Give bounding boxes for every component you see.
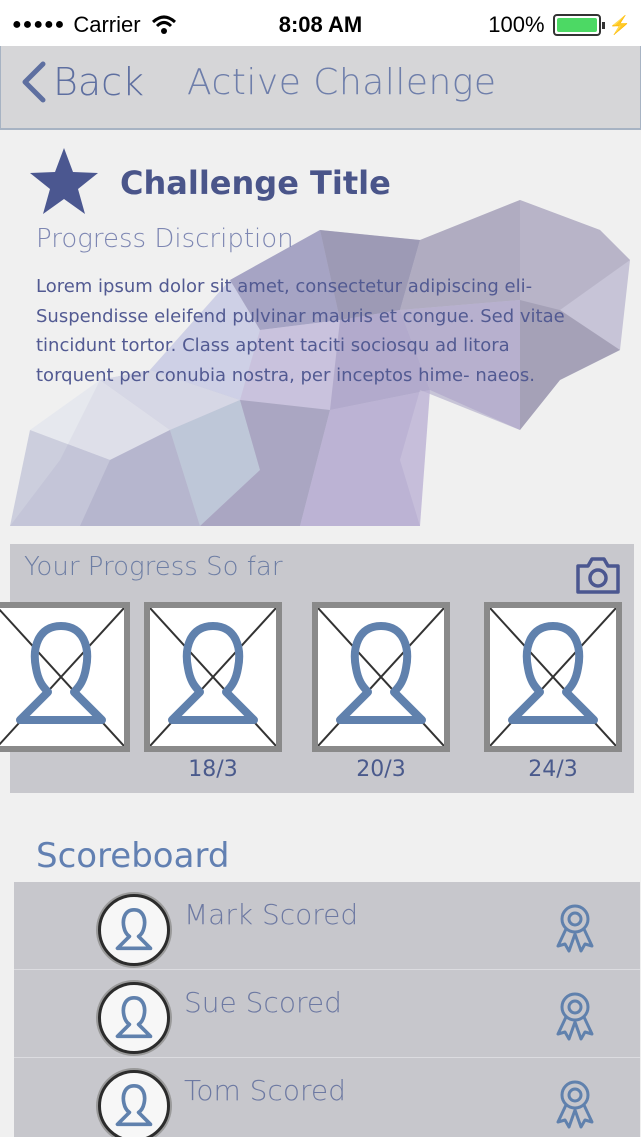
battery-percent: 100% bbox=[488, 12, 545, 37]
award-ribbon-icon[interactable] bbox=[552, 1078, 598, 1130]
status-bar: ●●●●● Carrier 8:08 AM 100% ⚡ bbox=[0, 0, 641, 46]
battery-icon bbox=[552, 14, 605, 36]
person-placeholder-icon bbox=[150, 608, 276, 746]
page-title: Active Challenge bbox=[187, 62, 497, 103]
score-name: Sue Scored bbox=[184, 986, 342, 1019]
scoreboard-title: Scoreboard bbox=[36, 836, 230, 876]
avatar bbox=[98, 982, 170, 1054]
avatar bbox=[98, 894, 170, 966]
progress-photo-2[interactable] bbox=[144, 602, 282, 752]
person-placeholder-icon bbox=[0, 608, 124, 746]
challenge-title: Challenge Title bbox=[120, 164, 391, 202]
photo-date-label: 20/3 bbox=[356, 757, 406, 782]
score-name: Tom Scored bbox=[184, 1074, 346, 1107]
user-icon bbox=[115, 908, 153, 951]
progress-photo-3[interactable] bbox=[312, 602, 450, 752]
back-button[interactable]: Back bbox=[19, 60, 144, 104]
chevron-left-icon bbox=[22, 61, 46, 103]
progress-photo-1[interactable] bbox=[0, 602, 130, 752]
challenge-header: Challenge Title Progress Discription Lor… bbox=[0, 130, 641, 530]
photo-date-label: 18/3 bbox=[188, 757, 238, 782]
progress-panel: Your Progress So far 18/3 20/3 24/3 bbox=[0, 544, 634, 793]
user-icon bbox=[115, 1084, 153, 1127]
scoreboard-row[interactable]: Sue Scored bbox=[14, 970, 640, 1058]
camera-icon[interactable] bbox=[574, 554, 622, 596]
charging-icon: ⚡ bbox=[608, 14, 631, 35]
challenge-description: Lorem ipsum dolor sit amet, consectetur … bbox=[36, 276, 565, 386]
progress-title: Your Progress So far bbox=[24, 552, 283, 582]
user-icon bbox=[115, 996, 153, 1039]
photo-date-label: 24/3 bbox=[528, 757, 578, 782]
scoreboard-row[interactable]: Tom Scored bbox=[14, 1058, 640, 1137]
progress-photo-4[interactable] bbox=[484, 602, 622, 752]
nav-bar: Back Active Challenge bbox=[0, 46, 641, 130]
award-ribbon-icon[interactable] bbox=[552, 990, 598, 1042]
challenge-subtitle: Progress Discription bbox=[36, 224, 294, 254]
award-ribbon-icon[interactable] bbox=[552, 902, 598, 954]
score-name: Mark Scored bbox=[184, 898, 359, 931]
status-right: 100% ⚡ bbox=[488, 12, 631, 38]
person-placeholder-icon bbox=[318, 608, 444, 746]
back-label: Back bbox=[53, 60, 145, 104]
scoreboard-row[interactable]: Mark Scored bbox=[14, 882, 640, 970]
person-placeholder-icon bbox=[490, 608, 616, 746]
star-icon bbox=[30, 148, 98, 214]
avatar bbox=[98, 1070, 170, 1137]
